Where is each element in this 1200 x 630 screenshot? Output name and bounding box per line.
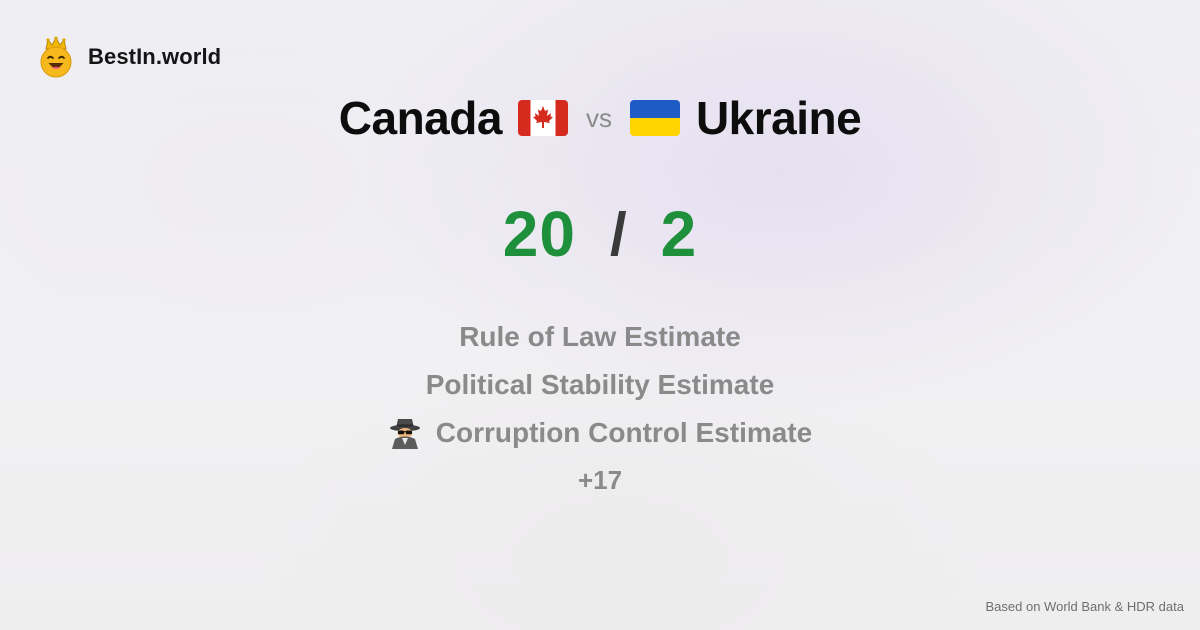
more-metrics-count: +17 (577, 464, 623, 495)
left-country-name: Canada (338, 92, 503, 144)
score-separator: / (609, 200, 627, 268)
left-score: 20 (502, 198, 576, 270)
source-note: Based on World Bank & HDR data (985, 599, 1184, 614)
metric-item: Political Stability Estimate (426, 361, 775, 409)
metrics-list: Rule of Law Estimate Political Stability… (0, 313, 1200, 503)
metric-label: Rule of Law Estimate (459, 321, 741, 352)
ukraine-flag-icon (629, 100, 680, 136)
brand[interactable]: BestIn.world (38, 36, 221, 78)
canada-flag-icon (517, 100, 568, 136)
comparison-title: Canada vs Ukraine (0, 88, 1200, 148)
detective-icon (388, 417, 422, 449)
metric-item: Rule of Law Estimate (459, 313, 741, 361)
metric-label: Corruption Control Estimate (435, 417, 813, 448)
score: 20 / 2 (0, 196, 1200, 272)
right-country-name: Ukraine (695, 92, 862, 144)
vs-label: vs (585, 102, 612, 133)
crowned-smiley-icon (38, 36, 74, 78)
right-score: 2 (660, 198, 698, 270)
metric-label: Political Stability Estimate (425, 369, 775, 400)
brand-name: BestIn.world (88, 44, 222, 69)
metric-item: Corruption Control Estimate (388, 409, 812, 457)
